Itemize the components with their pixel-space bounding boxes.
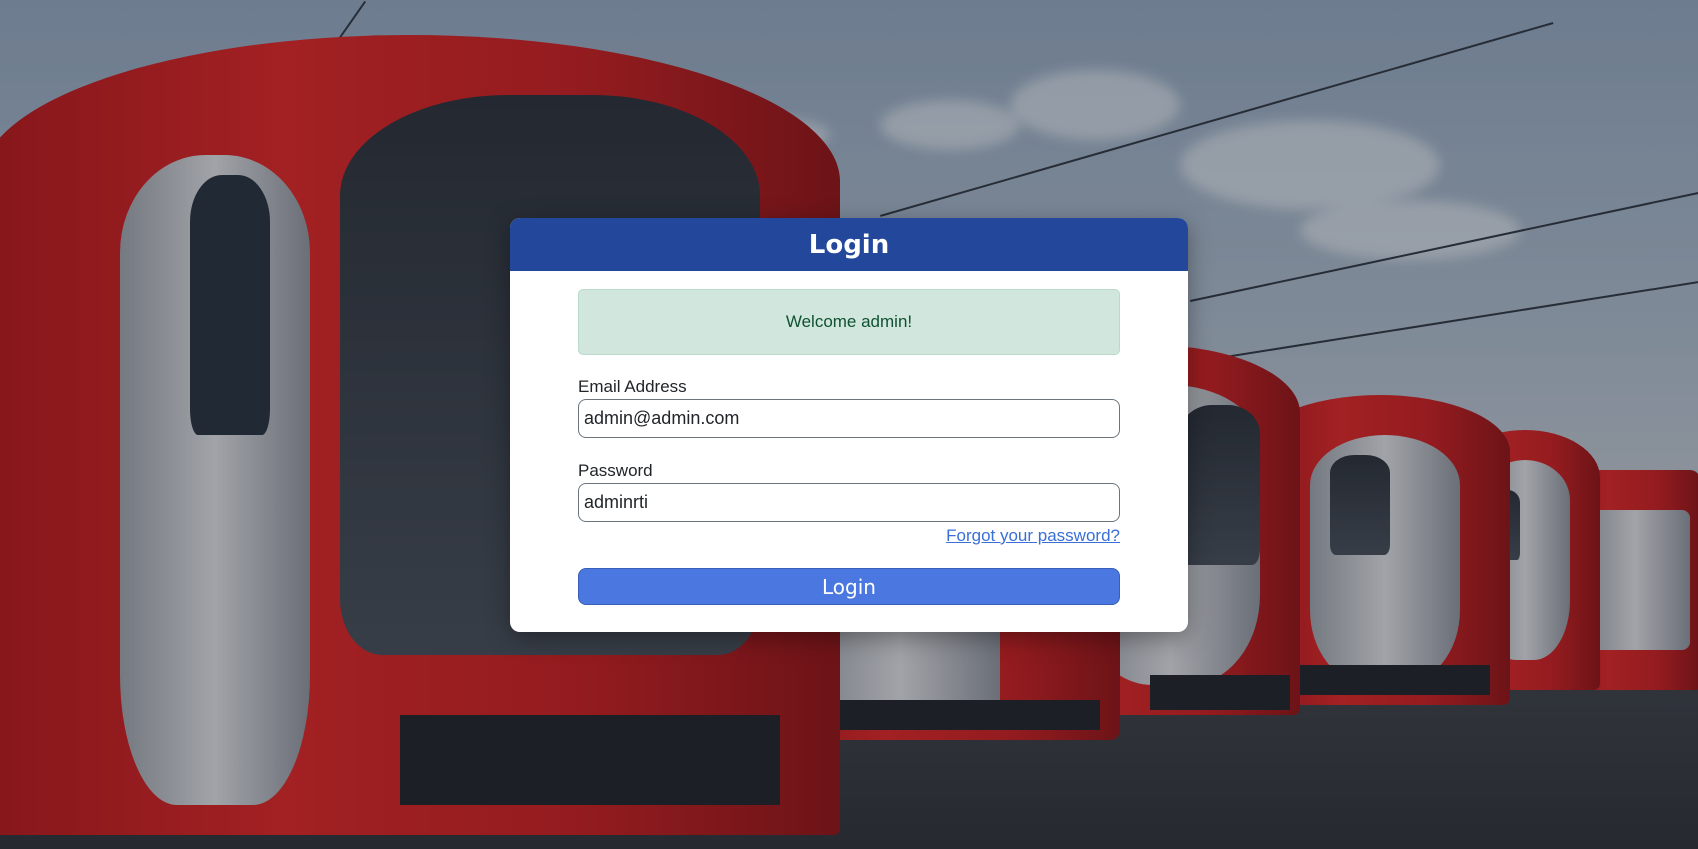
password-field[interactable] xyxy=(578,483,1120,522)
login-card: Login Welcome admin! Email Address Passw… xyxy=(510,218,1188,632)
login-title: Login xyxy=(808,229,890,260)
password-label: Password xyxy=(578,461,653,480)
login-form: Welcome admin! Email Address Password Fo… xyxy=(510,289,1188,605)
alert-message: Welcome admin! xyxy=(785,312,913,331)
forgot-row: Forgot your password? xyxy=(578,526,1120,548)
email-field[interactable] xyxy=(578,399,1120,438)
forgot-password-link[interactable]: Forgot your password? xyxy=(946,526,1120,545)
email-label: Email Address xyxy=(578,377,687,396)
success-alert: Welcome admin! xyxy=(578,289,1120,355)
login-button[interactable]: Login xyxy=(578,568,1120,605)
login-header: Login xyxy=(510,218,1188,271)
